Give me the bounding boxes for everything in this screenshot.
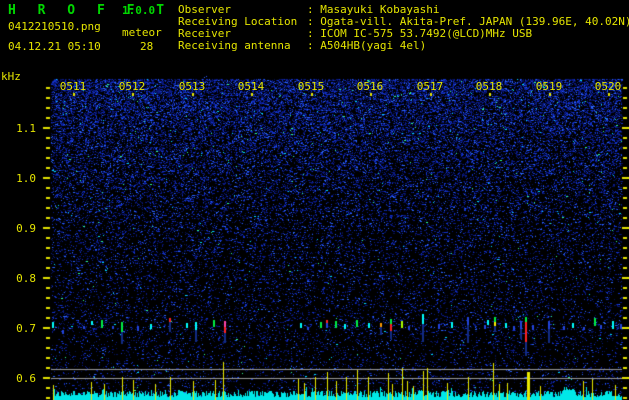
info-value: : A504HB(yagi 4el) (307, 39, 427, 52)
freq-tick-label-0.9: 0.9 (16, 222, 36, 235)
time-tick-label-0518: 0518 (475, 80, 503, 93)
time-tick-label-0513: 0513 (178, 80, 206, 93)
hrofft-window: H R O F F T 1.0.0 0412210510.png meteor … (0, 0, 629, 400)
echo-count: 28 (140, 40, 154, 53)
info-row-receiver: Receiver: ICOM IC-575 53.7492(@LCD)MHz U… (178, 28, 532, 39)
time-tick-label-0514: 0514 (237, 80, 265, 93)
time-tick-label-0517: 0517 (416, 80, 444, 93)
spectrogram-canvas (0, 0, 629, 400)
time-tick-label-0516: 0516 (356, 80, 384, 93)
info-label: Receiving antenna (178, 39, 291, 52)
time-tick-label-0515: 0515 (297, 80, 325, 93)
info-label: Receiving Location (178, 15, 298, 28)
info-row-receiving-location: Receiving Location: Ogata-vill. Akita-Pr… (178, 16, 629, 27)
mode-label: meteor (122, 26, 162, 39)
info-label: Receiver (178, 27, 231, 40)
time-tick-label-0512: 0512 (118, 80, 146, 93)
freq-tick-label-0.7: 0.7 (16, 322, 36, 335)
freq-tick-label-0.6: 0.6 (16, 372, 36, 385)
app-version: 1.0.0 (122, 4, 156, 17)
info-row-observer: Observer: Masayuki Kobayashi (178, 4, 439, 15)
freq-tick-label-0.8: 0.8 (16, 272, 36, 285)
freq-tick-label-1.0: 1.0 (16, 172, 36, 185)
observation-datetime: 04.12.21 05:10 (8, 40, 101, 53)
freq-axis-unit-label: kHz (1, 70, 21, 83)
freq-tick-label-1.1: 1.1 (16, 122, 36, 135)
info-label: Observer (178, 3, 231, 16)
time-tick-label-0511: 0511 (59, 80, 87, 93)
output-filename: 0412210510.png (8, 20, 101, 33)
time-tick-label-0520: 0520 (594, 80, 622, 93)
info-row-receiving-antenna: Receiving antenna : A504HB(yagi 4el) (178, 40, 426, 51)
time-tick-label-0519: 0519 (535, 80, 563, 93)
